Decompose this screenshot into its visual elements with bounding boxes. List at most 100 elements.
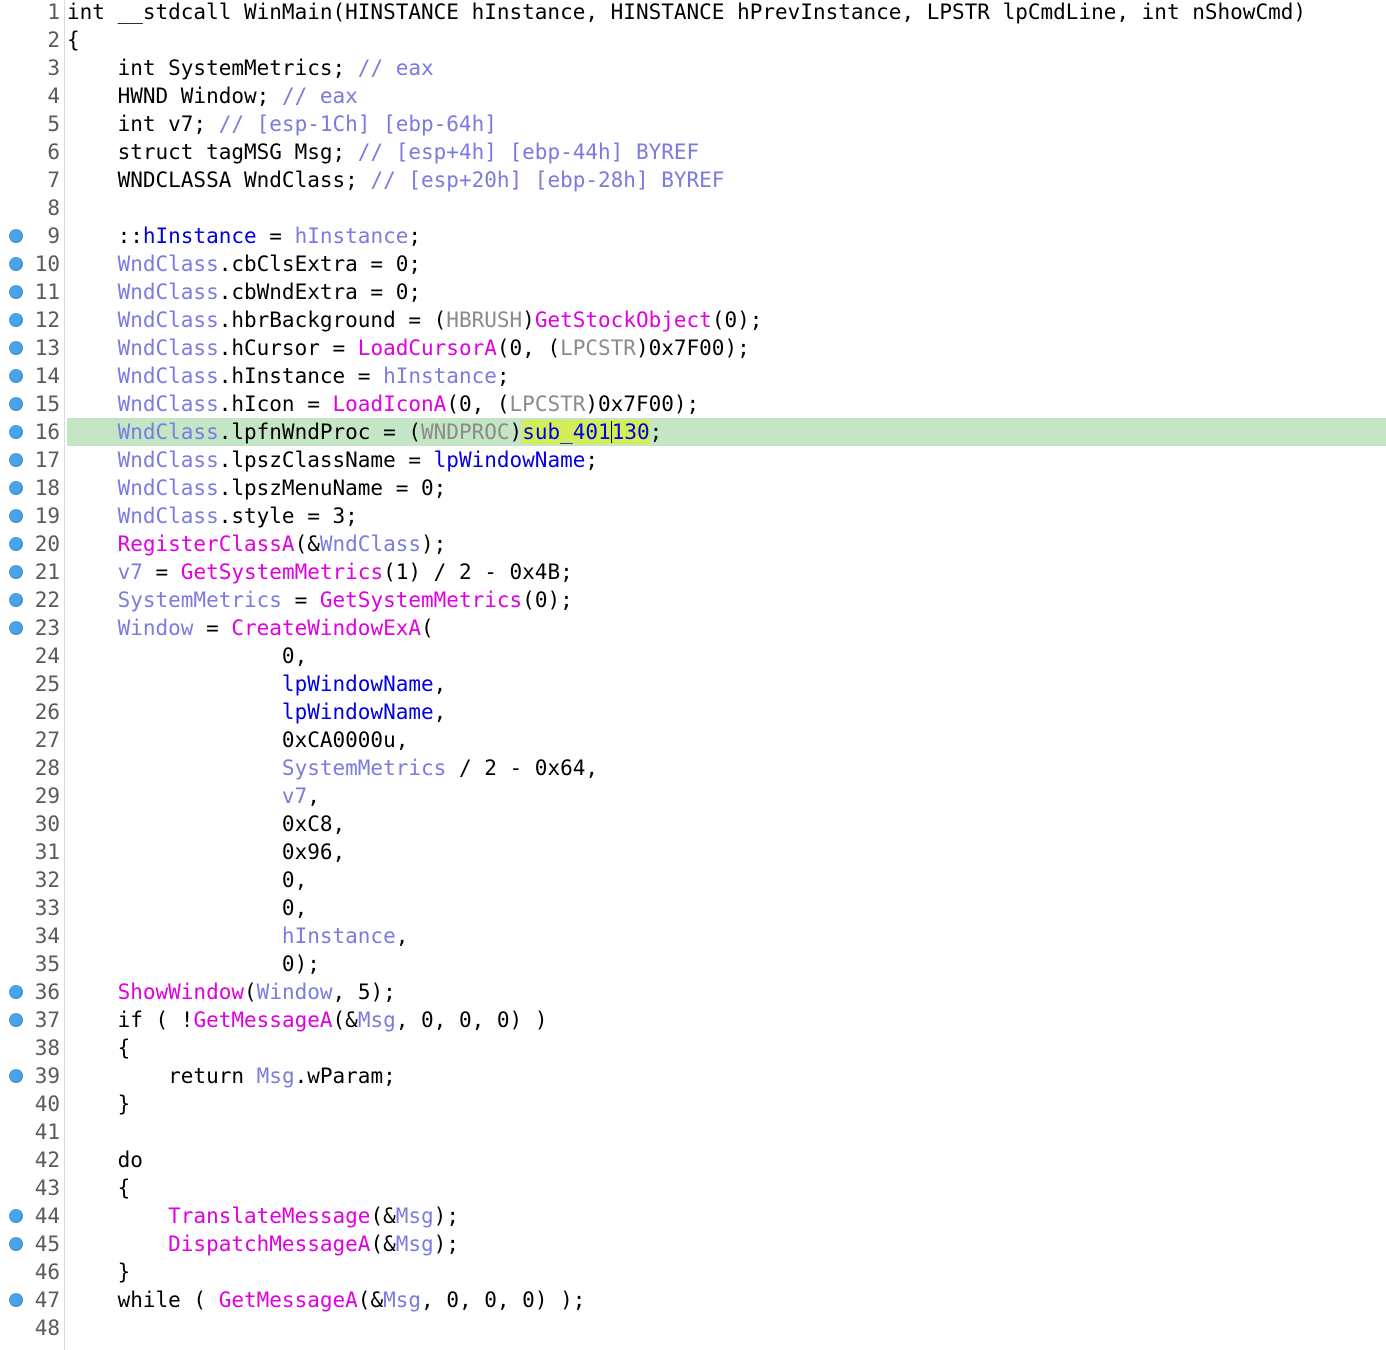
- code-text[interactable]: WndClass.cbClsExtra = 0;: [67, 250, 425, 278]
- code-line[interactable]: 20 RegisterClassA(&WndClass);: [0, 530, 1386, 558]
- code-line[interactable]: 19 WndClass.style = 3;: [0, 502, 1386, 530]
- code-text[interactable]: {: [67, 26, 84, 54]
- function-call[interactable]: LoadCursorA: [358, 336, 497, 360]
- code-line[interactable]: 6 struct tagMSG Msg; // [esp+4h] [ebp-44…: [0, 138, 1386, 166]
- code-line[interactable]: 9 ::hInstance = hInstance;: [0, 222, 1386, 250]
- global-name[interactable]: lpWindowName: [67, 700, 434, 724]
- code-line[interactable]: 5 int v7; // [esp-1Ch] [ebp-64h]: [0, 110, 1386, 138]
- local-variable[interactable]: Window: [257, 980, 333, 1004]
- function-call[interactable]: GetMessageA: [219, 1288, 358, 1312]
- code-line[interactable]: 47 while ( GetMessageA(&Msg, 0, 0, 0) );: [0, 1286, 1386, 1314]
- local-variable[interactable]: WndClass: [67, 504, 219, 528]
- code-line[interactable]: 22 SystemMetrics = GetSystemMetrics(0);: [0, 586, 1386, 614]
- code-line[interactable]: 7 WNDCLASSA WndClass; // [esp+20h] [ebp-…: [0, 166, 1386, 194]
- code-text[interactable]: while ( GetMessageA(&Msg, 0, 0, 0) );: [67, 1286, 589, 1314]
- code-text[interactable]: int v7; // [esp-1Ch] [ebp-64h]: [67, 110, 501, 138]
- function-call[interactable]: CreateWindowExA: [231, 616, 421, 640]
- code-line[interactable]: 15 WndClass.hIcon = LoadIconA(0, (LPCSTR…: [0, 390, 1386, 418]
- code-text[interactable]: v7 = GetSystemMetrics(1) / 2 - 0x4B;: [67, 558, 577, 586]
- global-name[interactable]: lpWindowName: [434, 448, 586, 472]
- global-name[interactable]: lpWindowName: [67, 672, 434, 696]
- code-text[interactable]: WNDCLASSA WndClass; // [esp+20h] [ebp-28…: [67, 166, 728, 194]
- code-text[interactable]: ShowWindow(Window, 5);: [67, 978, 400, 1006]
- code-line[interactable]: 3 int SystemMetrics; // eax: [0, 54, 1386, 82]
- code-line[interactable]: 33 0,: [0, 894, 1386, 922]
- code-line[interactable]: 13 WndClass.hCursor = LoadCursorA(0, (LP…: [0, 334, 1386, 362]
- code-line[interactable]: 8: [0, 194, 1386, 222]
- code-line[interactable]: 24 0,: [0, 642, 1386, 670]
- code-line[interactable]: 10 WndClass.cbClsExtra = 0;: [0, 250, 1386, 278]
- function-call[interactable]: ShowWindow: [67, 980, 244, 1004]
- function-call[interactable]: GetStockObject: [535, 308, 712, 332]
- local-variable[interactable]: v7: [67, 784, 307, 808]
- code-line[interactable]: 37 if ( !GetMessageA(&Msg, 0, 0, 0) ): [0, 1006, 1386, 1034]
- code-text[interactable]: WndClass.lpszClassName = lpWindowName;: [67, 446, 602, 474]
- code-line[interactable]: 39 return Msg.wParam;: [0, 1062, 1386, 1090]
- code-text[interactable]: [67, 1314, 71, 1342]
- code-line[interactable]: 27 0xCA0000u,: [0, 726, 1386, 754]
- code-line[interactable]: 2{: [0, 26, 1386, 54]
- code-text[interactable]: return Msg.wParam;: [67, 1062, 400, 1090]
- code-text[interactable]: WndClass.hCursor = LoadCursorA(0, (LPCST…: [67, 334, 754, 362]
- code-line[interactable]: 32 0,: [0, 866, 1386, 894]
- code-line[interactable]: 48: [0, 1314, 1386, 1342]
- code-text[interactable]: SystemMetrics = GetSystemMetrics(0);: [67, 586, 577, 614]
- local-variable[interactable]: WndClass: [67, 364, 219, 388]
- code-text[interactable]: Window = CreateWindowExA(: [67, 614, 438, 642]
- local-variable[interactable]: WndClass: [67, 448, 219, 472]
- code-text[interactable]: WndClass.lpszMenuName = 0;: [67, 474, 450, 502]
- code-line[interactable]: 11 WndClass.cbWndExtra = 0;: [0, 278, 1386, 306]
- code-line[interactable]: 28 SystemMetrics / 2 - 0x64,: [0, 754, 1386, 782]
- code-text[interactable]: 0,: [67, 866, 311, 894]
- local-variable[interactable]: Window: [67, 616, 194, 640]
- local-variable[interactable]: Msg: [396, 1232, 434, 1256]
- local-variable[interactable]: hInstance: [383, 364, 497, 388]
- selected-identifier[interactable]: sub_401: [522, 420, 611, 444]
- local-variable[interactable]: hInstance: [67, 924, 396, 948]
- function-call[interactable]: LoadIconA: [333, 392, 447, 416]
- local-variable[interactable]: WndClass: [67, 392, 219, 416]
- code-text[interactable]: WndClass.cbWndExtra = 0;: [67, 278, 425, 306]
- code-line[interactable]: 17 WndClass.lpszClassName = lpWindowName…: [0, 446, 1386, 474]
- function-call[interactable]: TranslateMessage: [67, 1204, 370, 1228]
- local-variable[interactable]: Msg: [383, 1288, 421, 1312]
- local-variable[interactable]: SystemMetrics: [67, 756, 446, 780]
- code-text[interactable]: lpWindowName,: [67, 670, 450, 698]
- function-call[interactable]: DispatchMessageA: [67, 1232, 370, 1256]
- local-variable[interactable]: WndClass: [320, 532, 421, 556]
- code-text[interactable]: ::hInstance = hInstance;: [67, 222, 425, 250]
- code-line[interactable]: 41: [0, 1118, 1386, 1146]
- code-text[interactable]: int SystemMetrics; // eax: [67, 54, 438, 82]
- code-line[interactable]: 25 lpWindowName,: [0, 670, 1386, 698]
- selected-identifier[interactable]: 130: [611, 420, 650, 444]
- code-text[interactable]: }: [67, 1090, 134, 1118]
- code-line[interactable]: 4 HWND Window; // eax: [0, 82, 1386, 110]
- code-text[interactable]: if ( !GetMessageA(&Msg, 0, 0, 0) ): [67, 1006, 551, 1034]
- code-line[interactable]: 31 0x96,: [0, 838, 1386, 866]
- code-line[interactable]: 29 v7,: [0, 782, 1386, 810]
- code-line[interactable]: 42 do: [0, 1146, 1386, 1174]
- code-line[interactable]: 38 {: [0, 1034, 1386, 1062]
- code-line[interactable]: 14 WndClass.hInstance = hInstance;: [0, 362, 1386, 390]
- code-text[interactable]: [67, 194, 71, 222]
- code-text[interactable]: struct tagMSG Msg; // [esp+4h] [ebp-44h]…: [67, 138, 703, 166]
- local-variable[interactable]: WndClass: [67, 280, 219, 304]
- code-line[interactable]: 26 lpWindowName,: [0, 698, 1386, 726]
- code-text[interactable]: }: [67, 1258, 134, 1286]
- local-variable[interactable]: Msg: [358, 1008, 396, 1032]
- local-variable[interactable]: SystemMetrics: [67, 588, 282, 612]
- code-line[interactable]: 34 hInstance,: [0, 922, 1386, 950]
- code-text[interactable]: 0x96,: [67, 838, 349, 866]
- code-text[interactable]: HWND Window; // eax: [67, 82, 362, 110]
- global-name[interactable]: hInstance: [143, 224, 257, 248]
- local-variable[interactable]: v7: [67, 560, 143, 584]
- code-text[interactable]: WndClass.hIcon = LoadIconA(0, (LPCSTR)0x…: [67, 390, 703, 418]
- pseudocode-view[interactable]: 1 int __stdcall WinMain(HINSTANCE hInstan…: [0, 0, 1386, 1350]
- code-text[interactable]: WndClass.hbrBackground = (HBRUSH)GetStoc…: [67, 306, 766, 334]
- code-text[interactable]: WndClass.hInstance = hInstance;: [67, 362, 514, 390]
- code-line[interactable]: 36 ShowWindow(Window, 5);: [0, 978, 1386, 1006]
- code-text[interactable]: v7,: [67, 782, 324, 810]
- local-variable[interactable]: WndClass: [67, 308, 219, 332]
- code-text[interactable]: 0,: [67, 642, 311, 670]
- local-variable[interactable]: Msg: [396, 1204, 434, 1228]
